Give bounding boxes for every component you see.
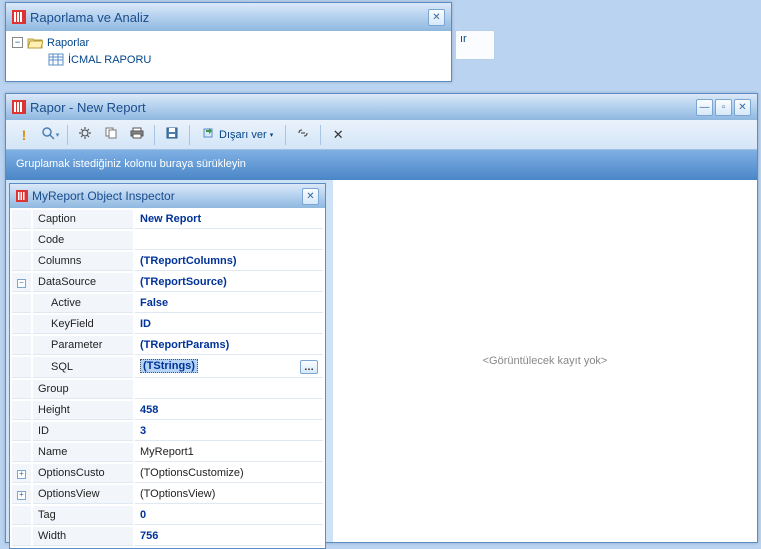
prop-row-optionsview[interactable]: +OptionsView(TOptionsView) (12, 485, 323, 504)
toolbar-separator (285, 125, 286, 145)
title-raporlama: Raporlama ve Analiz (30, 10, 426, 25)
prop-row-id[interactable]: ID3 (12, 422, 323, 441)
app-logo-icon (12, 100, 26, 114)
toolbar-export-button[interactable]: Dışarı ver ▾ (195, 124, 280, 146)
prop-row-group[interactable]: Group (12, 380, 323, 399)
minimize-button[interactable]: — (696, 99, 713, 116)
titlebar-inspector[interactable]: MyReport Object Inspector ✕ (10, 184, 325, 208)
toolbar-separator (154, 125, 155, 145)
expand-icon[interactable]: + (17, 491, 26, 500)
tree-child[interactable]: İCMAL RAPORU (12, 51, 445, 68)
toolbar: ! ▾ Dışarı ver ▾ ✕ (6, 120, 757, 150)
link-icon (296, 126, 310, 143)
gear-icon (78, 126, 92, 143)
window-raporlama: Raporlama ve Analiz ✕ − Raporlar İCMAL R… (5, 2, 452, 82)
app-logo-icon (12, 10, 26, 24)
prop-row-width[interactable]: Width756 (12, 527, 323, 546)
prop-row-optionscusto[interactable]: +OptionsCusto(TOptionsCustomize) (12, 464, 323, 483)
tree-collapse-icon[interactable]: − (12, 37, 23, 48)
prop-row-datasource[interactable]: −DataSource(TReportSource) (12, 273, 323, 292)
close-button[interactable]: ✕ (302, 188, 319, 205)
prop-row-name[interactable]: NameMyReport1 (12, 443, 323, 462)
sql-value[interactable]: (TStrings) (140, 359, 198, 373)
toolbar-save-button[interactable] (160, 124, 184, 146)
alert-icon: ! (22, 127, 27, 143)
toolbar-separator (67, 125, 68, 145)
copy-icon (104, 126, 118, 143)
tree-root-label: Raporlar (47, 37, 89, 49)
prop-row-tag[interactable]: Tag0 (12, 506, 323, 525)
toolbar-link-button[interactable] (291, 124, 315, 146)
toolbar-separator (189, 125, 190, 145)
prop-row-keyfield[interactable]: KeyFieldID (12, 315, 323, 334)
prop-row-sql[interactable]: SQL(TStrings)… (12, 357, 323, 378)
title-rapor: Rapor - New Report (30, 100, 694, 115)
tree-root[interactable]: − Raporlar (12, 34, 445, 51)
rapor-body: MyReport Object Inspector ✕ CaptionNew R… (6, 180, 757, 542)
titlebar-raporlama[interactable]: Raporlama ve Analiz ✕ (6, 3, 451, 31)
maximize-button[interactable]: ▫ (715, 99, 732, 116)
titlebar-rapor[interactable]: Rapor - New Report — ▫ ✕ (6, 94, 757, 120)
prop-row-height[interactable]: Height458 (12, 401, 323, 420)
toolbar-search-button[interactable]: ▾ (38, 124, 62, 146)
export-label: Dışarı ver (219, 129, 267, 141)
toolbar-print-button[interactable] (125, 124, 149, 146)
close-button[interactable]: ✕ (428, 9, 445, 26)
delete-icon: ✕ (333, 127, 344, 143)
tree-body: − Raporlar İCMAL RAPORU (6, 31, 451, 81)
left-pane: MyReport Object Inspector ✕ CaptionNew R… (6, 180, 333, 542)
prop-row-parameter[interactable]: Parameter(TReportParams) (12, 336, 323, 355)
partial-button: ır (455, 30, 495, 60)
prop-row-columns[interactable]: Columns(TReportColumns) (12, 252, 323, 271)
folder-open-icon (27, 36, 43, 49)
toolbar-delete-button[interactable]: ✕ (326, 124, 350, 146)
app-logo-icon (16, 190, 28, 202)
search-icon (41, 126, 55, 143)
property-grid: CaptionNew Report Code Columns(TReportCo… (10, 208, 325, 548)
window-rapor: Rapor - New Report — ▫ ✕ ! ▾ Dışarı ver … (5, 93, 758, 543)
toolbar-copy-button[interactable] (99, 124, 123, 146)
dropdown-icon: ▾ (270, 131, 274, 139)
prop-row-caption[interactable]: CaptionNew Report (12, 210, 323, 229)
export-icon (202, 126, 216, 143)
toolbar-settings-button[interactable] (73, 124, 97, 146)
tree-child-label: İCMAL RAPORU (68, 54, 151, 66)
collapse-icon[interactable]: − (17, 279, 26, 288)
save-icon (165, 126, 179, 143)
prop-row-active[interactable]: ActiveFalse (12, 294, 323, 313)
prop-row-code[interactable]: Code (12, 231, 323, 250)
report-grid-icon (48, 53, 64, 66)
dropdown-icon: ▾ (56, 131, 60, 139)
group-by-bar[interactable]: Gruplamak istediğiniz kolonu buraya sürü… (6, 150, 757, 180)
toolbar-alert-button[interactable]: ! (12, 124, 36, 146)
content-area: <Görüntülecek kayıt yok> (333, 180, 757, 542)
toolbar-separator (320, 125, 321, 145)
print-icon (130, 126, 144, 143)
expand-icon[interactable]: + (17, 470, 26, 479)
ellipsis-button[interactable]: … (300, 360, 318, 374)
window-inspector: MyReport Object Inspector ✕ CaptionNew R… (9, 183, 326, 549)
close-button[interactable]: ✕ (734, 99, 751, 116)
title-inspector: MyReport Object Inspector (32, 189, 300, 203)
empty-text: <Görüntülecek kayıt yok> (483, 355, 608, 367)
